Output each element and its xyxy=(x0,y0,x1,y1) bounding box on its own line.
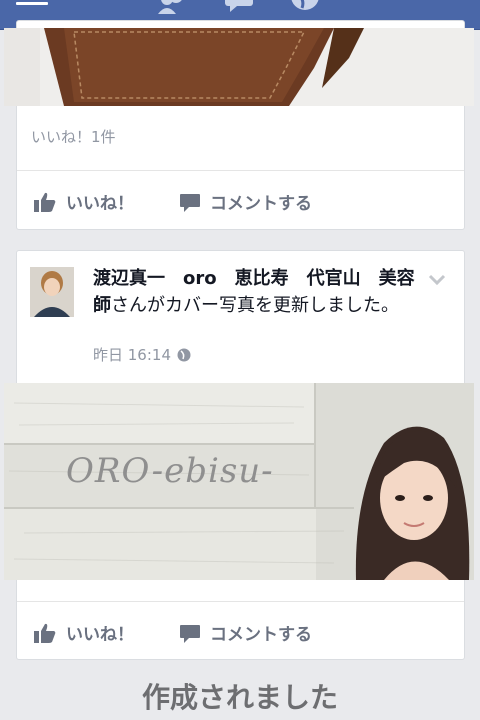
comment-button[interactable]: コメントする xyxy=(180,620,312,645)
like-button[interactable]: いいね！ xyxy=(34,620,134,645)
like-label: いいね！ xyxy=(66,625,134,645)
thumbs-up-icon xyxy=(34,623,56,643)
comment-label: コメントする xyxy=(210,625,312,645)
cover-watermark: ORO-ebisu- xyxy=(66,451,274,491)
post-timestamp[interactable]: 昨日 16:14 xyxy=(93,344,191,365)
thumbs-up-icon xyxy=(34,192,56,212)
likes-count[interactable]: いいね！1件 xyxy=(31,126,116,147)
comment-label: コメントする xyxy=(210,194,312,214)
timestamp-text: 昨日 16:14 xyxy=(93,346,171,364)
like-button[interactable]: いいね！ xyxy=(34,189,134,214)
comment-icon xyxy=(180,624,200,643)
friends-icon[interactable] xyxy=(156,0,190,14)
author-avatar[interactable] xyxy=(30,267,74,317)
comment-button[interactable]: コメントする xyxy=(180,189,312,214)
chevron-down-icon[interactable] xyxy=(428,271,446,290)
cover-photo[interactable]: ORO-ebisu- xyxy=(4,383,474,580)
like-label: いいね！ xyxy=(66,194,134,214)
globe-icon[interactable] xyxy=(288,0,322,14)
divider xyxy=(17,170,464,171)
menu-icon[interactable] xyxy=(16,0,48,8)
divider xyxy=(17,601,464,602)
post-header-text: 渡辺真一 oro 恵比寿 代官山 美容師さんがカバー写真を更新しました。 xyxy=(93,265,423,319)
post-action-text: さんがカバー写真を更新しました。 xyxy=(111,295,399,316)
comment-icon xyxy=(180,193,200,212)
next-post-heading: 作成されました xyxy=(141,681,338,714)
post-photo-leather-wallet[interactable] xyxy=(4,28,474,106)
messages-icon[interactable] xyxy=(222,0,256,14)
globe-privacy-icon xyxy=(177,348,191,361)
